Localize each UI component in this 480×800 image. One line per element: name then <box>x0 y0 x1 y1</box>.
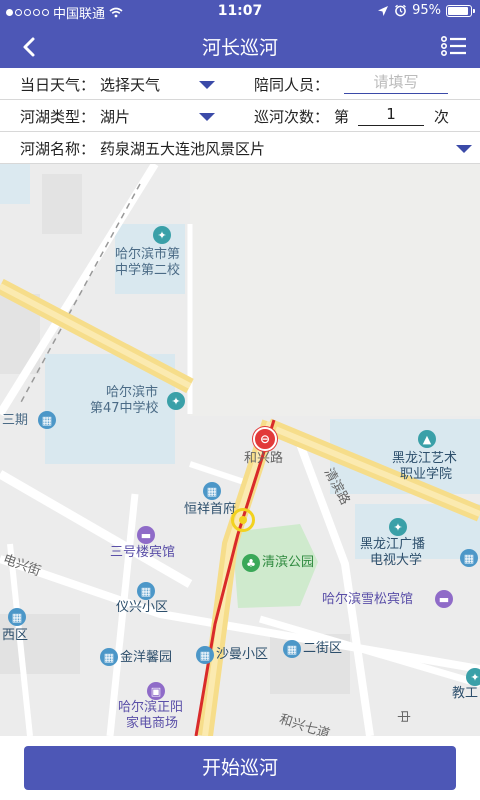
residential-icon: ▦ <box>8 608 26 626</box>
map-label-broadcast-line1: 黑龙江广播 <box>360 537 426 552</box>
companion-label: 陪同人员： <box>254 76 330 94</box>
map-label-school2-line1: 哈尔滨市第 <box>115 247 181 262</box>
map-label-school2-line2: 中学第二校 <box>115 263 181 278</box>
lake-type-dropdown-icon[interactable] <box>199 113 215 121</box>
school-icon: ✦ <box>389 518 407 536</box>
map-label-yixing: 仪兴小区 <box>116 600 169 615</box>
bottom-bar: 开始巡河 <box>0 736 480 800</box>
hotel-icon: ▬ <box>137 526 155 544</box>
companion-input[interactable]: 请填写 <box>344 72 448 94</box>
lake-type-select[interactable]: 湖片 <box>100 106 130 127</box>
top-bar: 中国联通 11:07 95% 河长巡河 <box>0 0 480 68</box>
lake-name-dropdown-icon[interactable] <box>456 145 472 153</box>
map-label-zhengyang-line2: 家电商场 <box>126 716 179 731</box>
map-label-arts-line2: 职业学院 <box>400 467 453 482</box>
map-label-zhengyang-line1: 哈尔滨正阳 <box>118 700 184 715</box>
map-label-school47-line1: 哈尔滨市 <box>106 385 159 400</box>
map-label-xiqu: 西区 <box>2 628 29 643</box>
form-row-type: 河湖类型： 湖片 巡河次数： 第 1 次 <box>0 100 480 132</box>
map-label-broadcast-line2: 电视大学 <box>370 553 423 568</box>
patrol-count-prefix: 第 <box>334 108 350 126</box>
map-label-jiaogong: 教工 <box>452 686 479 701</box>
location-arrow-icon <box>378 5 389 16</box>
school-icon: ✦ <box>167 392 185 410</box>
map-label-snow-pine-hotel: 哈尔滨雪松宾馆 <box>322 592 414 607</box>
battery-icon <box>446 4 475 17</box>
form-row-name: 河湖名称： 药泉湖五大连池风景区片 <box>0 132 480 164</box>
weather-label: 当日天气： <box>20 76 96 94</box>
hotel-icon: ▬ <box>435 590 453 608</box>
map-label-sanqi: 三期 <box>2 413 29 428</box>
map-label-shaman: 沙曼小区 <box>216 647 269 662</box>
weather-dropdown-icon[interactable] <box>199 81 215 89</box>
battery-percent: 95% <box>412 3 441 18</box>
school-icon: ✦ <box>466 668 480 686</box>
status-bar: 中国联通 11:07 95% <box>0 0 480 22</box>
current-location-icon[interactable] <box>231 508 255 532</box>
residential-icon: ▦ <box>460 549 478 567</box>
map-label-jinyang: 金洋馨园 <box>120 650 173 665</box>
nav-bar: 河长巡河 <box>0 24 480 68</box>
map-label-hengxiang: 恒祥首府 <box>184 502 237 517</box>
map-label-hexing-road: 和兴路 <box>244 451 284 466</box>
list-menu-icon[interactable] <box>440 34 468 58</box>
map-label-zhong: 中 <box>395 710 410 724</box>
residential-icon: ▦ <box>196 646 214 664</box>
map-view[interactable]: ✦ 哈尔滨市第 中学第二校 ✦ 哈尔滨市 第47中学校 三期 ▦ ⊖ 和兴路 ▲… <box>0 164 480 736</box>
start-patrol-button[interactable]: 开始巡河 <box>24 746 456 790</box>
residential-icon: ▦ <box>100 648 118 666</box>
school-icon: ▲ <box>418 430 436 448</box>
residential-icon: ▦ <box>137 582 155 600</box>
metro-station-icon[interactable]: ⊖ <box>253 427 277 451</box>
map-label-sanhao-hotel: 三号楼宾馆 <box>110 545 176 560</box>
residential-icon: ▦ <box>38 411 56 429</box>
battery-fill <box>448 6 468 15</box>
patrol-count-input[interactable]: 1 <box>358 104 424 126</box>
alarm-clock-icon <box>395 4 407 17</box>
lake-name-label: 河湖名称： <box>20 140 96 158</box>
lake-type-label: 河湖类型： <box>20 108 96 126</box>
lake-name-select[interactable]: 药泉湖五大连池风景区片 <box>100 138 265 159</box>
map-label-school47-line2: 第47中学校 <box>90 401 159 416</box>
park-icon: ♣ <box>242 554 260 572</box>
patrol-count-suffix: 次 <box>434 108 450 126</box>
patrol-count-label: 巡河次数： <box>254 108 330 126</box>
residential-icon: ▦ <box>203 482 221 500</box>
status-right: 95% <box>377 3 475 18</box>
page-title: 河长巡河 <box>201 37 278 59</box>
school-icon: ✦ <box>153 226 171 244</box>
residential-icon: ▦ <box>283 640 301 658</box>
map-label-qingbin-park: 清滨公园 <box>262 555 315 570</box>
form-row-weather: 当日天气： 选择天气 陪同人员： 请填写 <box>0 68 480 100</box>
shopping-icon: ▣ <box>147 682 165 700</box>
weather-select[interactable]: 选择天气 <box>100 74 160 95</box>
map-label-erjie: 二街区 <box>303 641 343 656</box>
map-label-arts-line1: 黑龙江艺术 <box>392 451 458 466</box>
